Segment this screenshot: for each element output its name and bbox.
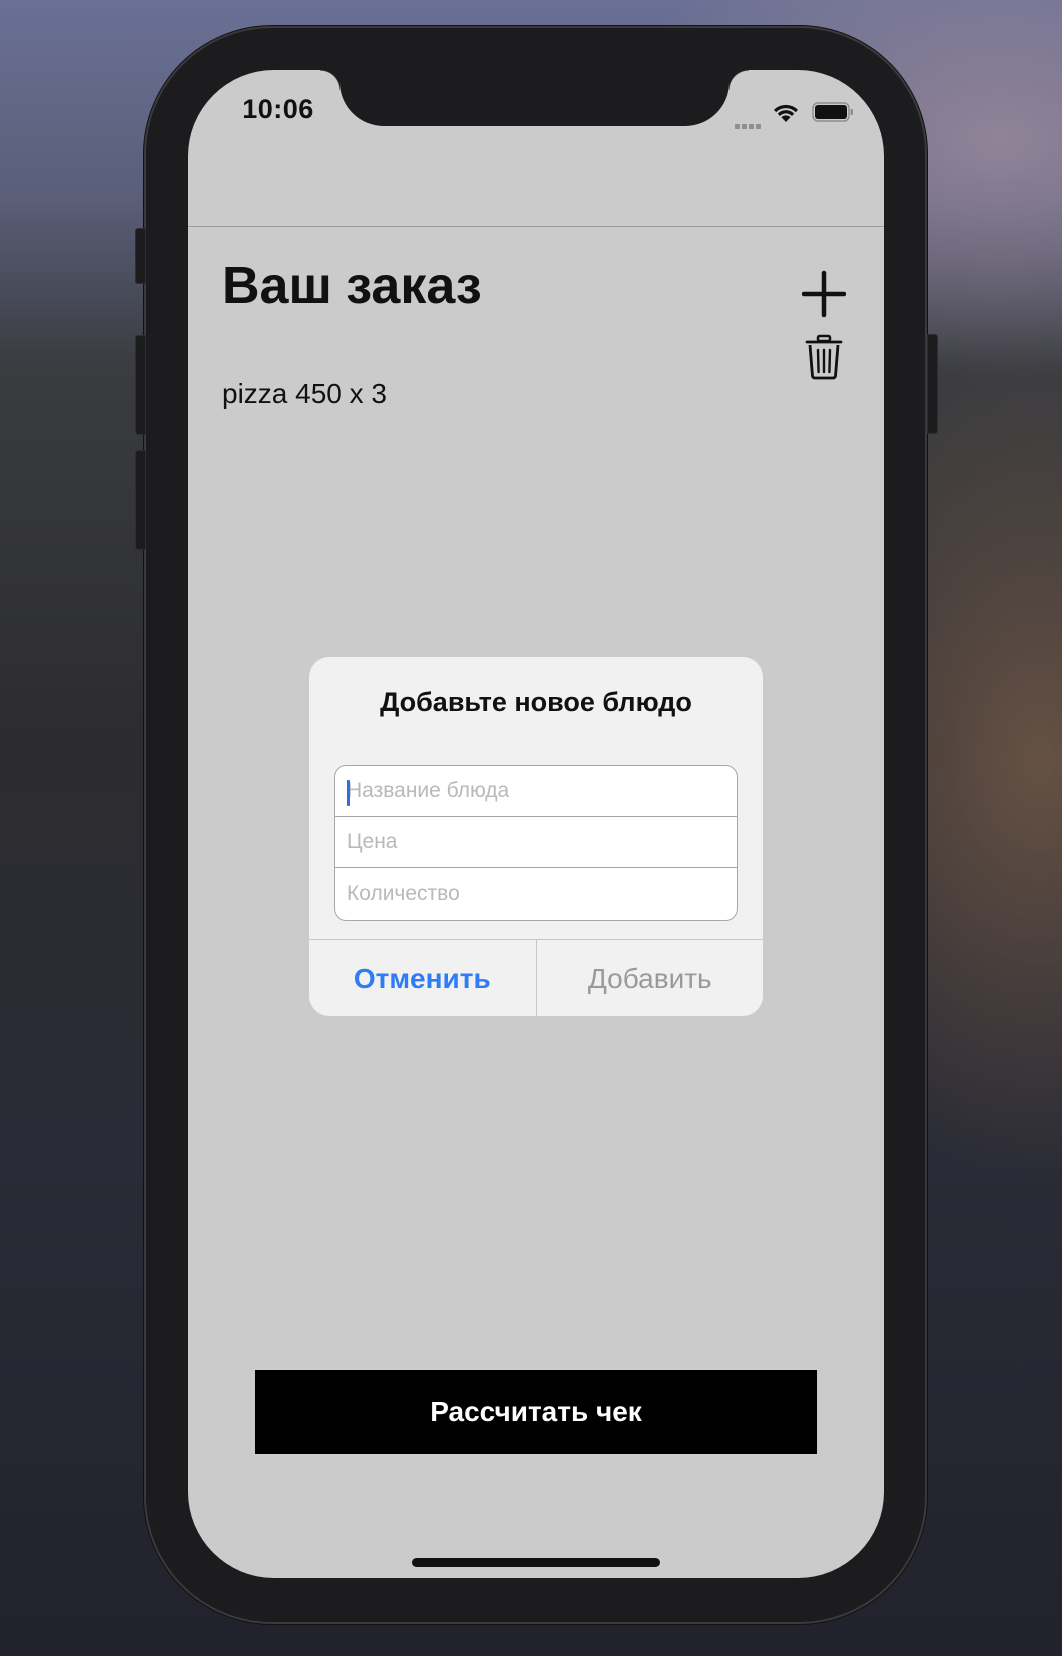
side-button-mute <box>135 228 146 284</box>
calculate-check-button[interactable]: Рассчитать чек <box>255 1370 817 1454</box>
navbar-divider <box>188 226 884 227</box>
quantity-row <box>335 868 737 919</box>
battery-icon <box>812 102 853 122</box>
notch <box>320 70 749 126</box>
page-title: Ваш заказ <box>222 257 482 315</box>
app-screen: 10:06 Ваш заказ pizza 450 x 3 Рассчитать… <box>188 70 884 1578</box>
price-row <box>335 817 737 868</box>
alert-actions: Отменить Добавить <box>309 939 763 1016</box>
plus-icon[interactable] <box>802 270 846 318</box>
wifi-icon <box>774 104 798 122</box>
side-button-volume-down <box>135 450 146 550</box>
price-input[interactable] <box>347 830 737 854</box>
add-button[interactable]: Добавить <box>537 940 764 1016</box>
alert-title: Добавьте новое блюдо <box>380 687 692 717</box>
cancel-button[interactable]: Отменить <box>309 940 537 1016</box>
add-dish-alert: Добавьте новое блюдо Отменить Добавить <box>309 657 763 1016</box>
side-button-volume-up <box>135 335 146 435</box>
quantity-input[interactable] <box>347 881 737 906</box>
order-item: pizza 450 x 3 <box>222 378 387 409</box>
trash-icon[interactable] <box>805 334 843 380</box>
cellular-signal-icon <box>735 116 763 134</box>
dish-name-row <box>335 766 737 817</box>
home-indicator <box>412 1558 660 1567</box>
text-cursor <box>347 780 350 806</box>
dish-name-input[interactable] <box>347 779 737 803</box>
side-button-power <box>927 334 938 434</box>
alert-fields-group <box>334 765 738 921</box>
status-time: 10:06 <box>242 94 314 124</box>
